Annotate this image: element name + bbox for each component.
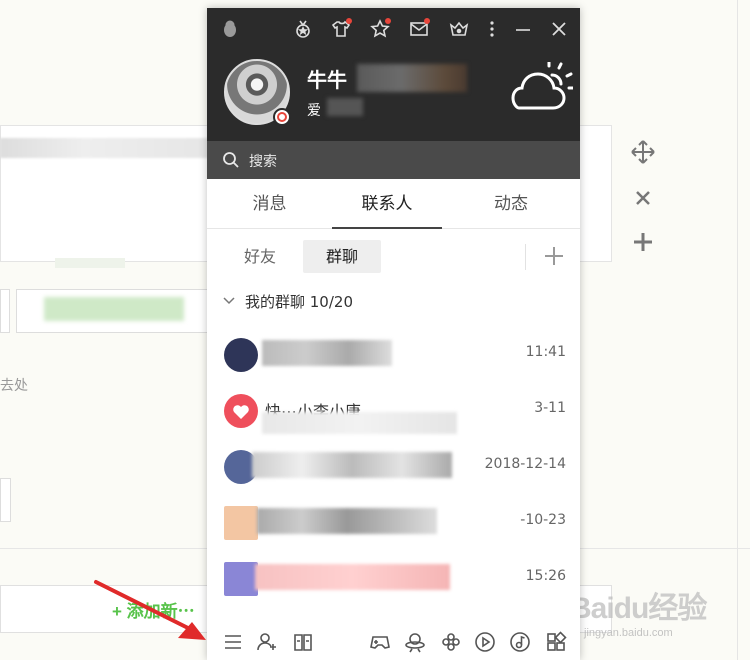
crown-icon[interactable]	[448, 18, 470, 40]
watermark-logo: Baidu经验	[570, 592, 707, 625]
weather-icon[interactable]	[507, 60, 575, 118]
bottom-toolbar	[207, 625, 580, 660]
menu-icon[interactable]	[220, 629, 246, 655]
pinwheel-icon[interactable]	[438, 629, 464, 655]
chevron-down-icon	[223, 297, 235, 305]
divider	[525, 244, 526, 270]
divider	[737, 0, 738, 660]
star-icon[interactable]	[369, 18, 391, 40]
group-header[interactable]: 我的群聊 10/20	[207, 286, 580, 318]
app-manager-icon[interactable]	[290, 629, 316, 655]
search-icon	[223, 152, 239, 168]
tab-messages[interactable]: 消息	[207, 179, 332, 229]
blurred-text	[0, 138, 210, 158]
blurred-green-text	[44, 297, 184, 321]
tab-feeds[interactable]: 动态	[442, 179, 580, 229]
shirt-icon[interactable]	[330, 18, 352, 40]
blurred-name	[262, 340, 392, 366]
background-input[interactable]	[0, 289, 10, 333]
minimize-icon[interactable]	[512, 18, 534, 40]
main-tabs: 消息 联系人 动态	[207, 179, 580, 229]
watermark: Baidu经验 jingyan.baidu.com	[570, 583, 740, 655]
group-list: 11:41 快⋯小李小唐 3-11 2018-12-14 -10-23 1	[207, 326, 580, 626]
qzone-icon[interactable]	[402, 629, 428, 655]
tab-contacts[interactable]: 联系人	[332, 179, 442, 229]
blurred-name	[255, 564, 450, 590]
list-item[interactable]: 2018-12-14	[207, 438, 580, 494]
signature[interactable]: 爱	[307, 100, 321, 120]
blurred-text	[55, 258, 125, 268]
group-avatar	[224, 506, 258, 540]
list-item[interactable]: 11:41	[207, 326, 580, 382]
group-avatar	[224, 394, 258, 428]
mail-icon[interactable]	[408, 18, 430, 40]
video-icon[interactable]	[472, 629, 498, 655]
medal-icon[interactable]	[292, 18, 314, 40]
move-icon[interactable]	[630, 139, 656, 165]
group-header-label: 我的群聊 10/20	[245, 293, 353, 311]
subtab-friends[interactable]: 好友	[229, 240, 291, 273]
search-bar[interactable]: 搜索	[207, 141, 580, 179]
blurred-name	[252, 452, 452, 478]
close-icon[interactable]	[630, 185, 656, 211]
busy-status-icon[interactable]	[273, 108, 291, 126]
search-placeholder: 搜索	[249, 154, 277, 170]
apps-icon[interactable]	[543, 629, 569, 655]
qq-main-window: 牛牛 爱 搜索 消息 联系人 动态 好友 群聊 我的群聊 10/20 11:41…	[207, 8, 580, 660]
plus-icon[interactable]	[630, 229, 656, 255]
background-input[interactable]	[0, 478, 11, 522]
game-icon[interactable]	[367, 629, 393, 655]
more-icon[interactable]	[481, 18, 503, 40]
penguin-icon[interactable]	[219, 18, 241, 40]
blurred-signature	[327, 98, 363, 116]
close-icon[interactable]	[548, 18, 570, 40]
group-avatar	[224, 562, 258, 596]
list-item[interactable]: 15:26	[207, 550, 580, 606]
last-message-time: -10-23	[520, 512, 566, 528]
last-message-time: 3-11	[534, 400, 566, 416]
last-message-time: 15:26	[525, 568, 566, 584]
nickname[interactable]: 牛牛	[307, 64, 347, 93]
add-contact-icon[interactable]	[254, 629, 280, 655]
last-message-time: 2018-12-14	[484, 456, 566, 472]
profile-header: 牛牛 爱	[207, 8, 580, 141]
list-item[interactable]: 快⋯小李小唐 3-11	[207, 382, 580, 438]
add-icon[interactable]	[541, 241, 567, 271]
last-message-time: 11:41	[525, 344, 566, 360]
watermark-url: jingyan.baidu.com	[584, 627, 673, 639]
music-icon[interactable]	[507, 629, 533, 655]
subtab-groups[interactable]: 群聊	[303, 240, 381, 273]
add-new-button[interactable]: + 添加新⋯	[112, 597, 195, 622]
list-item[interactable]: -10-23	[207, 494, 580, 550]
blurred-name	[262, 412, 457, 434]
side-text: 去处	[0, 377, 28, 393]
blurred-nickname	[357, 64, 467, 92]
sub-tabs: 好友 群聊	[207, 229, 580, 285]
title-bar	[207, 8, 580, 50]
blurred-name	[257, 508, 437, 534]
group-avatar	[224, 338, 258, 372]
background-input-row	[0, 289, 210, 333]
